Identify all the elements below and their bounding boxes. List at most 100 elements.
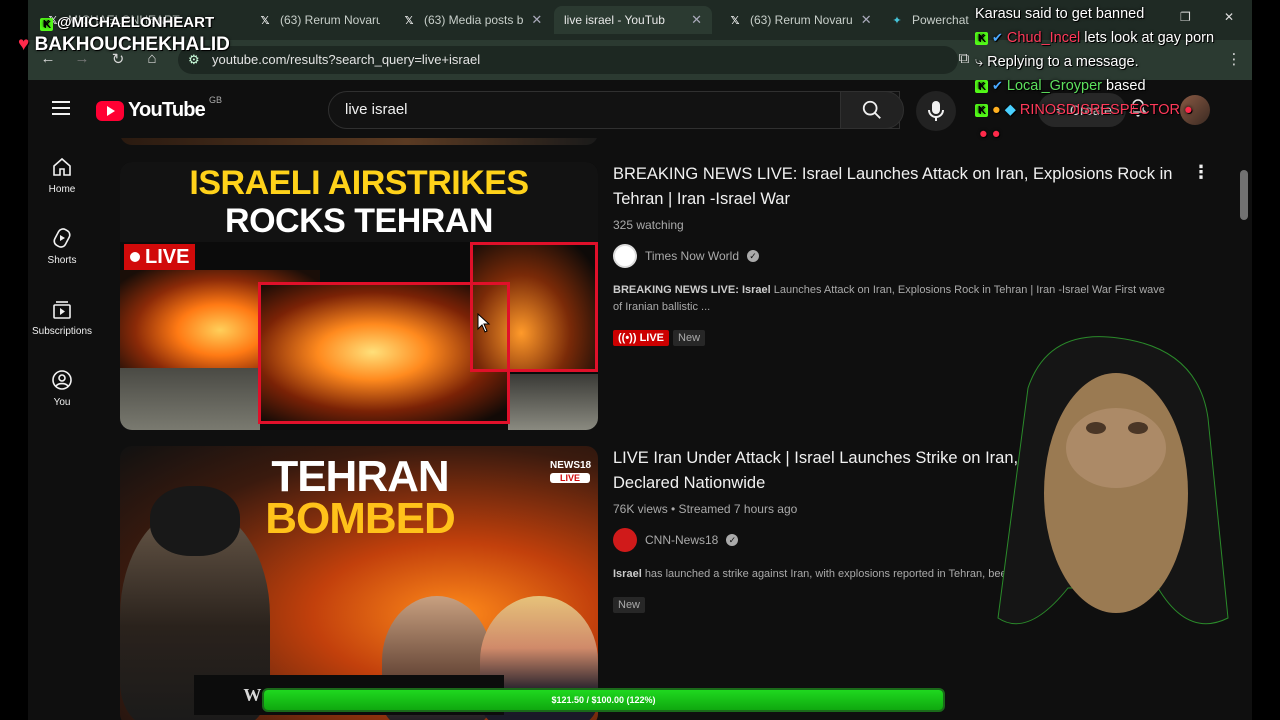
chat-emotes: ● ● xyxy=(975,122,1275,146)
vtuber-avatar xyxy=(997,336,1229,625)
live-badge: ((•)) LIVE xyxy=(613,330,670,346)
home-icon xyxy=(53,157,71,176)
kick-icon: K xyxy=(975,31,988,45)
chat-message: Karasu said to get banned xyxy=(975,6,1145,22)
guide-item-subscriptions[interactable]: Subscriptions xyxy=(28,298,96,358)
guide-label: Shorts xyxy=(47,255,77,266)
image-frame xyxy=(470,242,598,372)
tab-2[interactable]: 𝕏 (63) Rerum Novaru ✕ xyxy=(248,6,380,34)
search-icon xyxy=(862,100,881,119)
new-badge: New xyxy=(613,597,646,613)
guide-label: Subscriptions xyxy=(31,326,93,337)
guide-item-shorts[interactable]: Shorts xyxy=(28,227,96,287)
close-icon[interactable]: ✕ xyxy=(861,12,872,28)
search-input[interactable]: live israel ✕ xyxy=(328,91,900,129)
verified-icon: ✓ xyxy=(726,534,739,546)
guide-label: Home xyxy=(48,184,76,195)
live-broadcast-icon: ((•)) xyxy=(618,332,640,344)
x-icon: 𝕏 xyxy=(260,14,270,27)
powerchat-icon: ✦ xyxy=(892,14,902,27)
region-code: GB xyxy=(208,95,222,105)
chat-user: Chud_Incel xyxy=(1006,30,1081,46)
video-stats: 325 watching xyxy=(613,218,684,232)
thumbnail-headline: ISRAELI AIRSTRIKES ROCKS TEHRAN xyxy=(120,162,598,242)
badge-icon: ● xyxy=(992,102,1001,118)
more-actions-icon[interactable]: ⋮ xyxy=(1192,162,1210,183)
chat-message: K ✔ Local_Groyper based xyxy=(975,74,1275,98)
address-bar[interactable]: ⚙ youtube.com/results?search_query=live+… xyxy=(178,46,958,74)
video-title[interactable]: BREAKING NEWS LIVE: Israel Launches Atta… xyxy=(613,162,1173,212)
verified-icon: ✔ xyxy=(992,30,1003,45)
chat-user: Local_Groyper xyxy=(1006,78,1103,94)
menu-icon[interactable] xyxy=(52,101,70,115)
channel-name[interactable]: Times Now World xyxy=(645,249,739,263)
video-thumbnail[interactable]: ISRAELI AIRSTRIKES ROCKS TEHRAN LIVE xyxy=(120,162,598,430)
thumbnail-live-pill: LIVE xyxy=(124,244,196,270)
thumbnail-line-2: BOMBED xyxy=(265,494,456,543)
previous-result-thumbnail[interactable] xyxy=(120,138,598,145)
kick-icon: K xyxy=(975,103,988,117)
chat-message: ⤷ Replying to a message. xyxy=(975,54,1139,70)
tab-label: (63) Rerum Novaru xyxy=(280,13,380,27)
search-query: live israel xyxy=(345,101,408,118)
microphone-icon xyxy=(928,101,944,121)
url-text: youtube.com/results?search_query=live+is… xyxy=(212,52,481,67)
install-app-icon[interactable]: ⧉ xyxy=(954,50,974,67)
streamer-name: ♥ BAKHOUCHEKHALID xyxy=(18,34,230,55)
video-meta: BREAKING NEWS LIVE: Israel Launches Atta… xyxy=(613,162,1173,346)
chat-message: K ● ◆ RINOSDISRESPECTOR ● xyxy=(975,98,1275,122)
search-button[interactable] xyxy=(840,91,904,129)
shorts-icon xyxy=(53,228,71,248)
emote-icon: ● ● xyxy=(979,126,1001,142)
tab-label: live israel - YouTub xyxy=(564,13,665,27)
youtube-play-icon xyxy=(96,100,124,121)
reply-icon: ⤷ xyxy=(975,54,984,70)
tab-5[interactable]: 𝕏 (63) Rerum Novaru ✕ xyxy=(718,6,880,34)
chat-user: RINOSDISRESPECTOR xyxy=(1019,102,1180,118)
channel-avatar[interactable] xyxy=(613,244,637,268)
left-letterbox xyxy=(0,0,28,720)
person-image xyxy=(150,486,240,556)
channel-name[interactable]: CNN-News18 xyxy=(645,533,718,547)
news18-logo: NEWS18 LIVE xyxy=(550,460,592,483)
tab-4-active[interactable]: ▶ live israel - YouTub ✕ xyxy=(554,6,712,34)
subscriptions-icon xyxy=(53,301,71,319)
guide-item-home[interactable]: Home xyxy=(28,156,96,216)
verified-icon: ✓ xyxy=(747,250,760,262)
emote-icon: ● xyxy=(1184,102,1193,118)
channel-row[interactable]: Times Now World ✓ xyxy=(613,244,1173,268)
thumbnail-line-2: ROCKS TEHRAN xyxy=(225,202,493,240)
tab-6[interactable]: ✦ Powerchat xyxy=(880,6,980,34)
thumbnail-line-1: ISRAELI AIRSTRIKES xyxy=(189,164,529,202)
video-thumbnail[interactable]: TEHRAN BOMBED NEWS18LIVE WORLD WAR 3 BEG… xyxy=(120,446,598,720)
kick-icon: K xyxy=(40,18,53,31)
x-icon: 𝕏 xyxy=(404,14,414,27)
new-badge: New xyxy=(673,330,706,346)
guide-item-you[interactable]: You xyxy=(28,369,96,429)
close-icon[interactable]: ✕ xyxy=(691,12,702,28)
donation-goal-text: $121.50 / $100.00 (122%) xyxy=(551,695,656,705)
x-icon: 𝕏 xyxy=(730,14,740,27)
street-scene xyxy=(508,374,598,430)
chat-message: K ✔ Chud_Incel lets look at gay porn xyxy=(975,26,1275,50)
tab-label: (63) Media posts b xyxy=(424,13,524,27)
tab-3[interactable]: 𝕏 (63) Media posts b ✕ xyxy=(392,6,542,34)
guide-label: You xyxy=(53,397,71,408)
close-icon[interactable]: ✕ xyxy=(531,12,542,28)
tab-label: (63) Rerum Novaru xyxy=(750,13,853,27)
donation-goal-bar: $121.50 / $100.00 (122%) xyxy=(262,688,945,712)
kick-icon: K xyxy=(975,79,988,93)
verified-icon: ✔ xyxy=(992,78,1003,93)
streamer-handle: K @MICHAELONHEART xyxy=(40,14,214,31)
voice-search-button[interactable] xyxy=(916,91,956,131)
scrollbar-thumb[interactable] xyxy=(1240,170,1248,220)
logo-text: YouTube xyxy=(128,99,206,121)
youtube-logo[interactable]: YouTube GB xyxy=(96,95,222,122)
screen: { "browser": { "tabs": [ {"label": "MICH… xyxy=(0,0,1280,720)
street-scene xyxy=(120,368,260,430)
channel-avatar[interactable] xyxy=(613,528,637,552)
you-icon xyxy=(52,370,72,390)
gem-icon: ◆ xyxy=(1004,102,1016,118)
chat-overlay: Karasu said to get banned K ✔ Chud_Incel le… xyxy=(975,2,1275,146)
heart-icon: ♥ xyxy=(18,34,35,55)
